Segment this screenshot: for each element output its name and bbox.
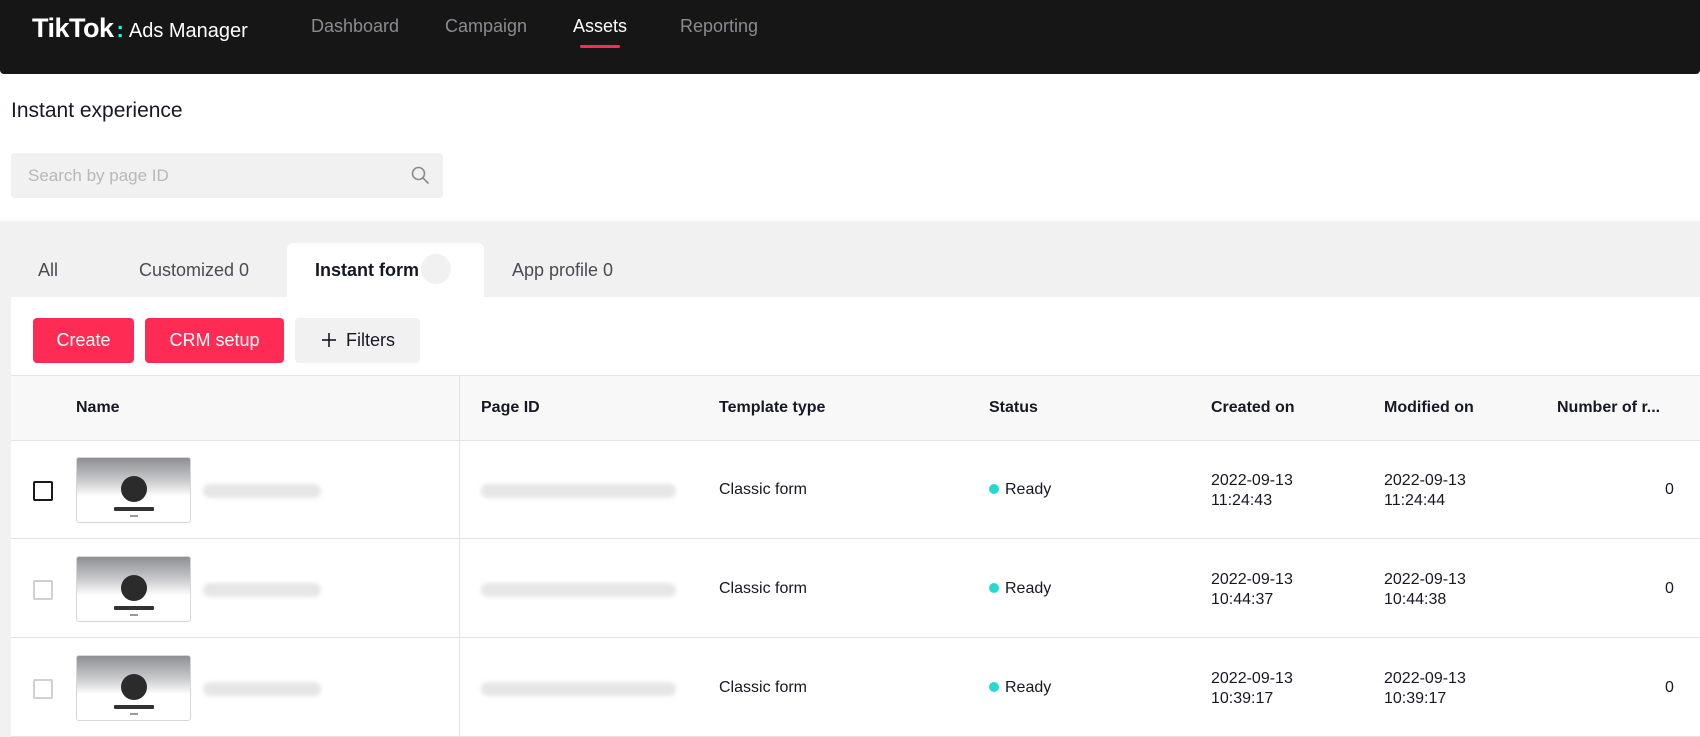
- redacted-form-name: [203, 484, 321, 498]
- tab-instant-form[interactable]: Instant form: [287, 243, 484, 298]
- created-on: 2022-09-13 11:24:43: [1211, 471, 1293, 511]
- modified-time: 11:24:44: [1384, 492, 1446, 509]
- modified-on: 2022-09-13 10:44:38: [1384, 570, 1466, 610]
- nav-active-indicator: [580, 45, 620, 48]
- template-type: Classic form: [719, 580, 808, 597]
- status-badge: Ready: [989, 679, 1051, 697]
- crm-setup-button[interactable]: CRM setup: [145, 318, 284, 363]
- filters-button[interactable]: Filters: [295, 318, 420, 363]
- column-header-number-of-records[interactable]: Number of r...: [1557, 399, 1660, 417]
- record-count: 0: [1665, 679, 1674, 696]
- created-time: 10:44:37: [1211, 591, 1274, 608]
- status-dot-icon: [989, 681, 999, 692]
- tab-count-badge: [421, 254, 452, 285]
- table-header: Name Page ID Template type Status Create…: [11, 375, 1700, 441]
- form-thumbnail[interactable]: [76, 457, 191, 523]
- logo-brand: TikTok: [32, 13, 114, 43]
- redacted-form-name: [203, 682, 321, 696]
- created-on: 2022-09-13 10:39:17: [1211, 669, 1293, 709]
- created-date: 2022-09-13: [1211, 670, 1293, 687]
- redacted-page-id: [481, 484, 676, 498]
- table-row[interactable]: Classic form Ready 2022-09-13 10:39:17 20…: [11, 639, 1700, 737]
- row-checkbox[interactable]: [33, 580, 53, 600]
- tab-all[interactable]: All: [38, 243, 58, 298]
- template-type: Classic form: [719, 481, 808, 498]
- asset-tabs: All Customized 0 Instant form App profil…: [11, 243, 1700, 298]
- nav-item-campaign[interactable]: Campaign: [445, 16, 527, 37]
- filters-label: Filters: [346, 330, 395, 350]
- tab-customized[interactable]: Customized 0: [139, 243, 249, 298]
- table-row[interactable]: Classic form Ready 2022-09-13 11:24:43 20…: [11, 441, 1700, 539]
- column-header-created-on[interactable]: Created on: [1211, 399, 1295, 417]
- created-time: 11:24:43: [1211, 492, 1273, 509]
- plus-icon: [322, 332, 336, 347]
- modified-date: 2022-09-13: [1384, 571, 1466, 588]
- column-header-name[interactable]: Name: [76, 399, 120, 417]
- nav-item-dashboard[interactable]: Dashboard: [311, 16, 399, 37]
- create-button[interactable]: Create: [33, 318, 134, 363]
- row-checkbox[interactable]: [33, 481, 53, 501]
- row-checkbox[interactable]: [33, 679, 53, 699]
- search-icon[interactable]: [410, 165, 430, 185]
- modified-on: 2022-09-13 11:24:44: [1384, 471, 1466, 511]
- status-dot-icon: [989, 483, 999, 494]
- column-header-status[interactable]: Status: [989, 399, 1038, 417]
- page-title: Instant experience: [11, 99, 183, 122]
- form-thumbnail[interactable]: [76, 655, 191, 721]
- column-header-template-type[interactable]: Template type: [719, 399, 825, 417]
- redacted-form-name: [203, 583, 321, 597]
- record-count: 0: [1665, 481, 1674, 498]
- logo-separator: :: [116, 17, 124, 42]
- template-type: Classic form: [719, 679, 808, 696]
- status-dot-icon: [989, 582, 999, 593]
- modified-on: 2022-09-13 10:39:17: [1384, 669, 1466, 709]
- record-count: 0: [1665, 580, 1674, 597]
- status-label: Ready: [1005, 679, 1052, 696]
- modified-date: 2022-09-13: [1384, 670, 1466, 687]
- created-on: 2022-09-13 10:44:37: [1211, 570, 1293, 610]
- redacted-page-id: [481, 583, 676, 597]
- form-thumbnail[interactable]: [76, 556, 191, 622]
- status-label: Ready: [1005, 481, 1052, 498]
- status-badge: Ready: [989, 481, 1051, 499]
- created-date: 2022-09-13: [1211, 472, 1293, 489]
- created-date: 2022-09-13: [1211, 571, 1293, 588]
- nav-item-assets[interactable]: Assets: [573, 16, 627, 37]
- search-input[interactable]: [11, 153, 401, 198]
- status-badge: Ready: [989, 580, 1051, 598]
- tiktok-ads-manager-logo[interactable]: TikTok : Ads Manager: [32, 13, 248, 44]
- table-row[interactable]: Classic form Ready 2022-09-13 10:44:37 20…: [11, 540, 1700, 638]
- top-nav-bar: TikTok : Ads Manager Dashboard Campaign …: [0, 0, 1700, 74]
- tab-instant-form-label: Instant form: [315, 260, 420, 280]
- modified-time: 10:44:38: [1384, 591, 1447, 608]
- created-time: 10:39:17: [1211, 690, 1274, 707]
- modified-date: 2022-09-13: [1384, 472, 1466, 489]
- tab-app-profile[interactable]: App profile 0: [512, 243, 613, 298]
- logo-product: Ads Manager: [128, 20, 248, 42]
- modified-time: 10:39:17: [1384, 690, 1447, 707]
- redacted-page-id: [481, 682, 676, 696]
- column-header-modified-on[interactable]: Modified on: [1384, 399, 1474, 417]
- search-box: [11, 153, 443, 198]
- nav-item-reporting[interactable]: Reporting: [680, 16, 758, 37]
- column-header-page-id[interactable]: Page ID: [481, 399, 540, 417]
- status-label: Ready: [1005, 580, 1052, 597]
